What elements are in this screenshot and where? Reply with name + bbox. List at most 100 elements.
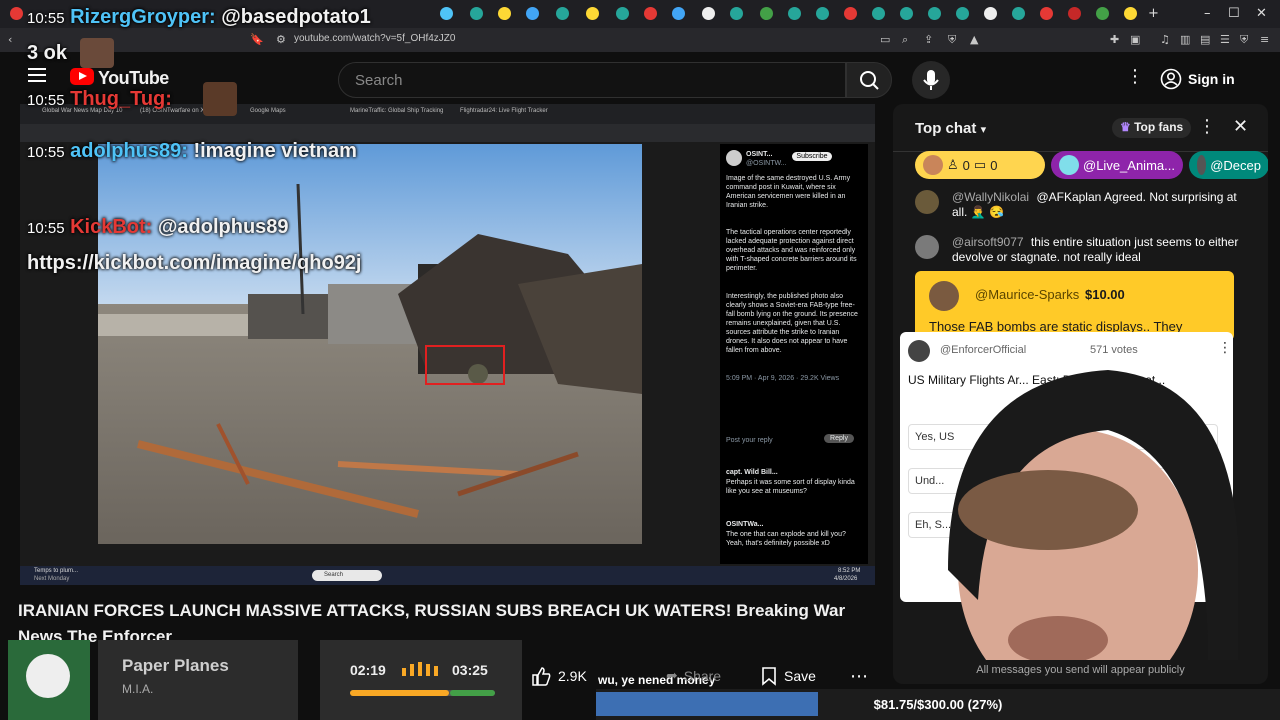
- tab-favicon-icon[interactable]: [672, 7, 685, 20]
- tab-favicon-icon[interactable]: [872, 7, 885, 20]
- tab-favicon-icon[interactable]: [956, 7, 969, 20]
- tab-favicon-icon[interactable]: [928, 7, 941, 20]
- tab-favicon-icon[interactable]: [470, 7, 483, 20]
- sidebar-icon[interactable]: ▥: [1180, 33, 1190, 46]
- hamburger-menu-icon[interactable]: [28, 68, 46, 82]
- tab-favicon-icon[interactable]: [730, 7, 743, 20]
- minimize-icon[interactable]: –: [1204, 6, 1211, 21]
- url-field[interactable]: youtube.com/watch?v=5f_OHf4zJZ0: [294, 33, 455, 44]
- tab-favicon-icon[interactable]: [644, 7, 657, 20]
- site-info-icon[interactable]: ⚙: [276, 33, 286, 46]
- tweet-handle: @OSINTW...: [746, 160, 787, 167]
- tab-favicon-icon[interactable]: [1124, 7, 1137, 20]
- bookmark-icon[interactable]: 🔖: [250, 33, 264, 46]
- taskbar-weather: Temps to plum...: [34, 568, 79, 574]
- shield-icon[interactable]: ⛨: [948, 33, 956, 47]
- taskbar-search: Search: [312, 570, 382, 581]
- tab-favicon-icon[interactable]: [616, 7, 629, 20]
- tab-favicon-icon[interactable]: [10, 7, 23, 20]
- cast-icon[interactable]: ▭: [880, 33, 890, 46]
- top-fans-button[interactable]: ♛ Top fans: [1112, 118, 1192, 138]
- tab-favicon-icon[interactable]: [1040, 7, 1053, 20]
- chat-menu-icon[interactable]: ⋮: [1198, 116, 1216, 137]
- zoom-icon[interactable]: ⌕: [902, 33, 908, 47]
- super-chat-card: @Maurice-Sparks $10.00 Those FAB bombs a…: [915, 271, 1234, 341]
- chat-chip-ticker[interactable]: @Live_Anima...: [1051, 151, 1183, 179]
- tab-favicon-icon[interactable]: [1096, 7, 1109, 20]
- back-icon[interactable]: ‹: [8, 33, 12, 46]
- tab-favicon-icon[interactable]: [816, 7, 829, 20]
- tab-favicon-icon[interactable]: [440, 7, 453, 20]
- media-icon[interactable]: ♫: [1160, 33, 1170, 46]
- maximize-icon[interactable]: ☐: [1228, 6, 1240, 21]
- video-tab: MarineTraffic: Global Ship Tracking: [350, 108, 444, 114]
- alert-icon[interactable]: ▲: [970, 33, 978, 46]
- chip-count: 0: [990, 157, 998, 173]
- like-button[interactable]: 2.9K: [530, 660, 587, 692]
- video-tab: Flightradar24: Live Flight Tracker: [460, 108, 548, 114]
- voice-search-button[interactable]: [912, 61, 950, 99]
- wallet-icon[interactable]: ▤: [1200, 33, 1210, 46]
- more-options-icon[interactable]: ⋮: [1126, 66, 1144, 87]
- save-button[interactable]: Save: [760, 660, 816, 692]
- vpn-icon[interactable]: ⛨: [1240, 33, 1248, 47]
- search-placeholder: Search: [355, 72, 403, 89]
- tab-favicon-icon[interactable]: [526, 7, 539, 20]
- tab-favicon-icon[interactable]: [586, 7, 599, 20]
- super-chat-username[interactable]: @Maurice-Sparks: [975, 287, 1079, 302]
- tab-favicon-icon[interactable]: [556, 7, 569, 20]
- search-button[interactable]: [846, 62, 892, 98]
- browser-address-bar: ‹ 🔖 ⚙ youtube.com/watch?v=5f_OHf4zJZ0 ▭ …: [0, 28, 1280, 52]
- crown-icon: ♛: [1120, 120, 1131, 134]
- overlay-time: 10:55: [27, 220, 65, 237]
- super-chat-amount: $10.00: [1085, 287, 1125, 302]
- youtube-logo-icon[interactable]: [70, 68, 94, 85]
- search-input[interactable]: Search: [338, 62, 846, 98]
- screenshot-icon[interactable]: ▣: [1130, 33, 1140, 46]
- tweet-avatar: [726, 150, 742, 166]
- track-progress-fill: [350, 690, 449, 696]
- share-label: Share: [683, 668, 722, 684]
- youtube-logo-text[interactable]: YouTube: [98, 68, 169, 89]
- chat-chip-ticker[interactable]: ♙ 0 ▭ 0: [915, 151, 1045, 179]
- sign-in-button[interactable]: Sign in: [1160, 62, 1256, 96]
- chip-count: 0: [962, 157, 970, 173]
- track-progress-end: [450, 690, 495, 696]
- tab-favicon-icon[interactable]: [498, 7, 511, 20]
- tweet-reply-button[interactable]: Reply: [824, 434, 854, 443]
- track-artist: M.I.A.: [122, 682, 154, 696]
- tab-favicon-icon[interactable]: [900, 7, 913, 20]
- reply-text: The one that can explode and kill you? Y…: [726, 531, 846, 547]
- close-window-icon[interactable]: ✕: [1256, 6, 1267, 21]
- chat-mode-dropdown[interactable]: Top chat ▾: [915, 120, 986, 137]
- tab-favicon-icon[interactable]: [760, 7, 773, 20]
- overlay-username: RizergGroyper:: [70, 6, 216, 28]
- tweet-subscribe-button[interactable]: Subscribe: [792, 152, 832, 161]
- avatar: [915, 190, 939, 214]
- close-chat-icon[interactable]: ✕: [1233, 116, 1248, 137]
- microphone-icon: [923, 70, 939, 90]
- equalizer-icon: [402, 662, 442, 678]
- new-tab-icon[interactable]: +: [1148, 6, 1159, 21]
- history-icon[interactable]: ☰: [1220, 33, 1230, 46]
- thumbs-icon: ♙: [947, 157, 959, 172]
- tab-favicon-icon[interactable]: [1012, 7, 1025, 20]
- tab-favicon-icon[interactable]: [788, 7, 801, 20]
- tab-favicon-icon[interactable]: [1068, 7, 1081, 20]
- share-button[interactable]: ➦ Share: [666, 660, 721, 692]
- chat-username[interactable]: @airsoft9077: [952, 235, 1024, 249]
- chat-chip-ticker[interactable]: @Decep: [1189, 151, 1268, 179]
- overlay-chat-line: 3 ok: [27, 42, 67, 65]
- tweet-paragraph: The tactical operations center reportedl…: [726, 229, 857, 272]
- tab-favicon-icon[interactable]: [702, 7, 715, 20]
- tweet-author: OSINT...: [746, 151, 773, 158]
- tab-favicon-icon[interactable]: [844, 7, 857, 20]
- chat-username[interactable]: @WallyNikolai: [952, 190, 1029, 204]
- video-player[interactable]: Global War News Map Day 10 (18) OSINTwar…: [20, 104, 875, 585]
- menu-icon[interactable]: ≡: [1260, 33, 1269, 46]
- share-page-icon[interactable]: ⇪: [924, 33, 933, 46]
- extensions-icon[interactable]: ✚: [1110, 33, 1119, 46]
- tab-favicon-icon[interactable]: [984, 7, 997, 20]
- more-actions-icon[interactable]: ⋯: [850, 660, 868, 692]
- overlay-time: 10:55: [27, 144, 65, 161]
